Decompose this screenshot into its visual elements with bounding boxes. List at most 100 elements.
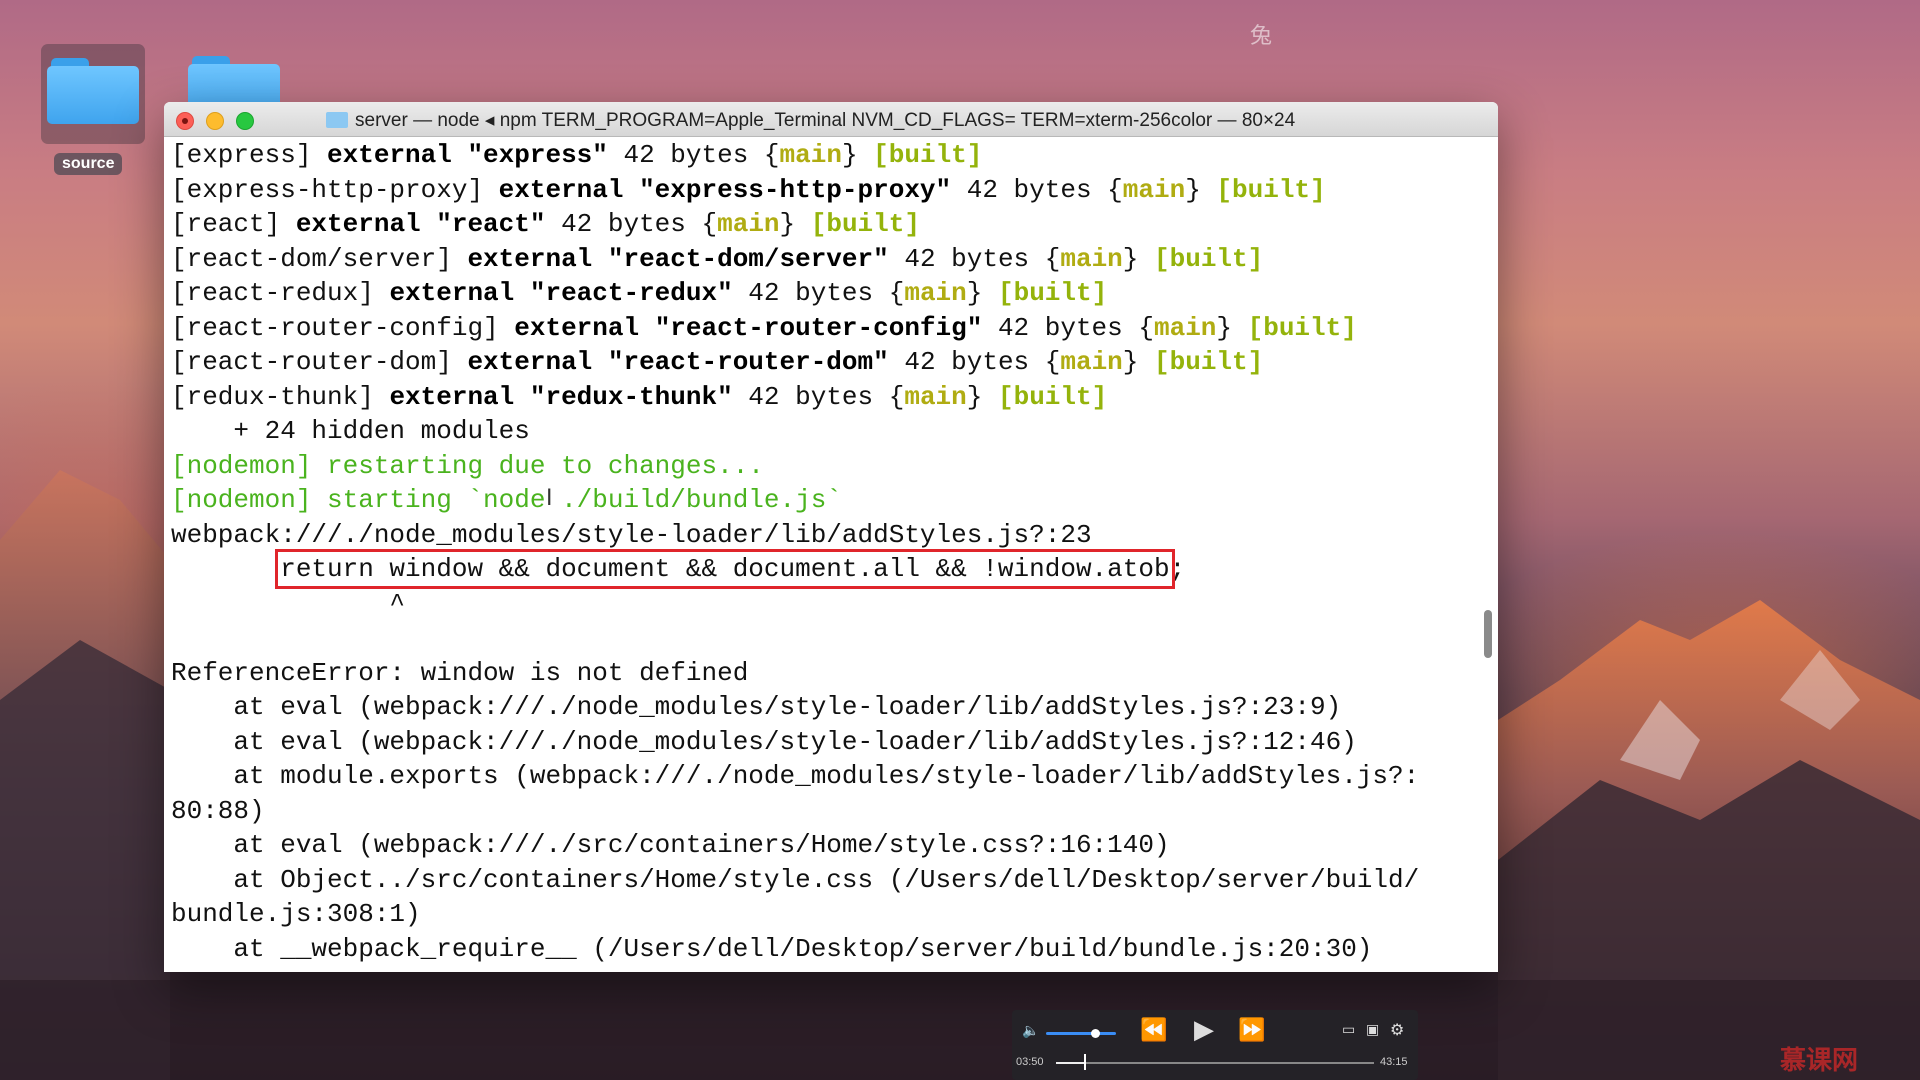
terminal-text: main <box>904 381 967 412</box>
terminal-line: bundle.js:308:1) <box>171 897 1481 932</box>
minimize-button[interactable] <box>206 112 224 130</box>
terminal-text: [built] <box>1216 174 1326 205</box>
terminal-text: main <box>1060 243 1123 274</box>
terminal-text: [react-router-dom] <box>171 347 468 377</box>
terminal-text: external "react-dom/server" <box>467 243 889 274</box>
terminal-text: 42 bytes { <box>732 381 905 412</box>
highlighted-code: return window && document && document.al… <box>275 549 1175 589</box>
terminal-line: at eval (webpack:///./src/containers/Hom… <box>171 828 1481 863</box>
terminal-text: at eval (webpack:///./node_modules/style… <box>171 692 1342 722</box>
terminal-text: at module.exports (webpack:///./node_mod… <box>171 761 1420 791</box>
terminal-text: 80:88) <box>171 795 265 826</box>
terminal-text: main <box>1153 312 1217 343</box>
terminal-line: [nodemon] starting `node ./build/bundle.… <box>171 483 1481 518</box>
airplay-icon[interactable]: ▣ <box>1366 1022 1379 1038</box>
volume-icon[interactable]: 🔈 <box>1022 1023 1039 1039</box>
close-button[interactable] <box>176 112 194 130</box>
terminal-text: external "react-router-dom" <box>467 347 889 377</box>
terminal-text: [nodemon] starting `node ./build/bundle.… <box>171 485 842 515</box>
terminal-line: ^ <box>171 587 1481 622</box>
terminal-line: [react-router-dom] external "react-route… <box>171 345 1481 380</box>
terminal-text: [built] <box>997 381 1108 412</box>
video-player-controls[interactable]: 🔈 ⏪ ▶ ⏩ ▭ ▣ ⚙ 03:50 43:15 <box>1012 1010 1418 1080</box>
desktop-icon-label: source <box>54 153 123 175</box>
volume-knob[interactable] <box>1091 1029 1100 1038</box>
terminal-text: main <box>904 278 967 308</box>
terminal-text: external "react-router-config" <box>514 312 983 343</box>
terminal-text: main <box>1060 347 1123 377</box>
terminal-text: 42 bytes { <box>888 347 1061 377</box>
terminal-text: [nodemon] restarting due to changes... <box>171 450 764 481</box>
corner-watermark: 慕课网 <box>1780 1046 1859 1076</box>
terminal-text: 42 bytes { <box>732 278 905 308</box>
terminal-line: at eval (webpack:///./node_modules/style… <box>171 690 1481 725</box>
terminal-text: [express] <box>171 140 328 170</box>
window-titlebar[interactable]: server — node ◂ npm TERM_PROGRAM=Apple_T… <box>164 102 1498 137</box>
subtitles-icon[interactable]: ▭ <box>1342 1022 1355 1038</box>
fast-forward-icon[interactable]: ⏩ <box>1238 1018 1265 1043</box>
terminal-text: at eval (webpack:///./src/containers/Hom… <box>171 830 1170 860</box>
terminal-text: + 24 hidden modules <box>171 416 530 446</box>
rewind-icon[interactable]: ⏪ <box>1140 1018 1167 1043</box>
terminal-text: at Object../src/containers/Home/style.cs… <box>171 864 1420 895</box>
terminal-line: webpack:///./node_modules/style-loader/l… <box>171 518 1481 553</box>
terminal-line: [react-router-config] external "react-ro… <box>171 311 1481 346</box>
terminal-line: ReferenceError: window is not defined <box>171 656 1481 691</box>
terminal-text: at eval (webpack:///./node_modules/style… <box>171 726 1357 757</box>
terminal-text: } <box>966 381 998 412</box>
folder-icon <box>47 58 139 124</box>
terminal-text: ; <box>1169 554 1186 584</box>
terminal-line: [react] external "react" 42 bytes {main}… <box>171 207 1481 242</box>
progress-bar[interactable] <box>1056 1062 1374 1064</box>
terminal-text: [express-http-proxy] <box>171 174 499 205</box>
scrollbar-thumb[interactable] <box>1484 610 1492 658</box>
terminal-text: 42 bytes { <box>545 209 718 239</box>
terminal-text: [react-redux] <box>171 278 390 308</box>
terminal-text: [react-router-config] <box>171 312 515 343</box>
top-watermark: 兔 <box>1250 24 1273 49</box>
terminal-text: [redux-thunk] <box>171 381 390 412</box>
terminal-text: } <box>1216 312 1248 343</box>
terminal-text: ^ <box>171 588 406 619</box>
terminal-line: [express-http-proxy] external "express-h… <box>171 173 1481 208</box>
terminal-line: [react-dom/server] external "react-dom/s… <box>171 242 1481 277</box>
zoom-button[interactable] <box>236 112 254 130</box>
terminal-text: at __webpack_require__ (/Users/dell/Desk… <box>171 933 1373 964</box>
terminal-text: } <box>1122 243 1155 274</box>
terminal-text: } <box>1122 347 1155 377</box>
volume-slider[interactable] <box>1046 1032 1116 1035</box>
progress-fill <box>1056 1062 1085 1064</box>
terminal-text: ReferenceError: window is not defined <box>171 657 749 688</box>
terminal-text: 42 bytes { <box>607 140 780 170</box>
folder-icon <box>326 112 348 128</box>
terminal-line: at Object../src/containers/Home/style.cs… <box>171 863 1481 898</box>
terminal-line: at __webpack_require__ (/Users/dell/Desk… <box>171 932 1481 967</box>
terminal-text: main <box>779 140 842 170</box>
settings-icon[interactable]: ⚙ <box>1390 1020 1404 1039</box>
terminal-line: [express] external "express" 42 bytes {m… <box>171 138 1481 173</box>
terminal-text: external "express" <box>327 140 608 170</box>
elapsed-time: 03:50 <box>1016 1056 1044 1068</box>
terminal-text: main <box>717 209 780 239</box>
terminal-text: [built] <box>1154 347 1264 377</box>
terminal-text: main <box>1122 174 1186 205</box>
terminal-line: [nodemon] restarting due to changes... <box>171 449 1481 484</box>
terminal-text: } <box>841 140 874 170</box>
terminal-text: 42 bytes { <box>888 243 1061 274</box>
terminal-output[interactable]: [express] external "express" 42 bytes {m… <box>171 138 1481 972</box>
terminal-line: 80:88) <box>171 794 1481 829</box>
terminal-text: 42 bytes { <box>951 174 1123 205</box>
terminal-text: external "react-redux" <box>389 278 733 308</box>
progress-knob[interactable] <box>1084 1054 1087 1070</box>
terminal-line: [redux-thunk] external "redux-thunk" 42 … <box>171 380 1481 415</box>
terminal-window[interactable]: server — node ◂ npm TERM_PROGRAM=Apple_T… <box>164 102 1498 972</box>
text-cursor-icon: I <box>546 486 553 511</box>
play-icon[interactable]: ▶ <box>1194 1015 1214 1045</box>
terminal-text: [built] <box>997 278 1108 308</box>
terminal-text: [react-dom/server] <box>171 243 468 274</box>
terminal-text: external "redux-thunk" <box>389 381 733 412</box>
terminal-text: } <box>779 209 811 239</box>
total-time: 43:15 <box>1380 1056 1408 1068</box>
terminal-text: bundle.js:308:1) <box>171 899 421 929</box>
terminal-text: } <box>1185 174 1217 205</box>
